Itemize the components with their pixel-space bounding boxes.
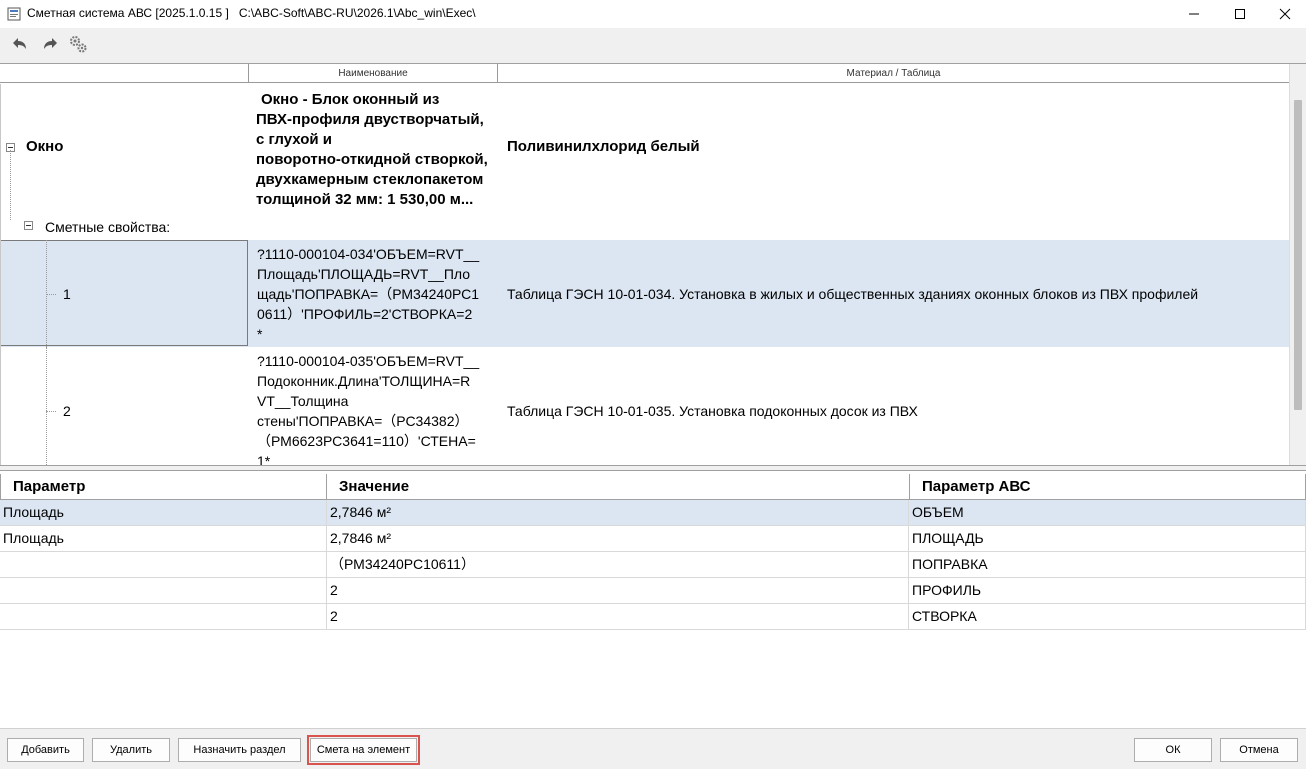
value-column-header[interactable]: Значение: [326, 474, 910, 500]
value-cell[interactable]: 2: [327, 604, 909, 629]
formula-line: ?1110-000104-034'ОБЪЕМ=RVT__: [257, 246, 480, 262]
root-material: Поливинилхлорид белый: [507, 138, 700, 155]
tree-line: [46, 411, 56, 412]
app-icon: [7, 7, 21, 21]
name-column-header[interactable]: Наименование: [249, 64, 498, 83]
formula-line: Площадь'ПЛОЩАДЬ=RVT__Пло: [257, 266, 471, 282]
param-row[interactable]: Площадь 2,7846 м² ПЛОЩАДЬ: [0, 526, 1306, 552]
abc-param-cell: ПРОФИЛЬ: [909, 578, 1306, 603]
tree-column-header: [0, 64, 249, 83]
formula-line: （РМ6623РС3641=110）'СТЕНА=: [257, 433, 476, 449]
vertical-scrollbar[interactable]: [1289, 64, 1306, 465]
value-cell[interactable]: （РМ34240РС10611）: [327, 552, 909, 577]
collapse-icon[interactable]: [24, 221, 33, 230]
param-cell: Площадь: [0, 526, 327, 551]
root-name-line: поворотно-откидной створкой,: [256, 151, 488, 168]
tree-line: [46, 347, 47, 465]
row-formula: ?1110-000104-035'ОБЪЕМ=RVT__ Подоконник.…: [257, 351, 497, 466]
minimize-button[interactable]: [1171, 0, 1217, 28]
param-row[interactable]: 2 СТВОРКА: [0, 604, 1306, 630]
formula-line: стены'ПОПРАВКА=（РС34382）: [257, 413, 469, 429]
row-table: Таблица ГЭСН 10-01-035. Установка подоко…: [507, 403, 918, 419]
material-column-header[interactable]: Материал / Таблица: [498, 64, 1290, 83]
undo-icon[interactable]: [9, 34, 29, 54]
param-column-header[interactable]: Параметр: [0, 474, 327, 500]
formula-line: ?1110-000104-035'ОБЪЕМ=RVT__: [257, 353, 480, 369]
row-number: 1: [63, 286, 71, 302]
formula-line: щадь'ПОПРАВКА=（РМ34240РС1: [257, 286, 480, 302]
root-name-line: двухкамерным стеклопакетом: [256, 171, 484, 188]
settings-gears-icon[interactable]: [68, 34, 88, 54]
close-icon: [1279, 8, 1291, 20]
tree-row-group[interactable]: Сметные свойства:: [0, 150, 1290, 240]
tree-row[interactable]: 2 ?1110-000104-035'ОБЪЕМ=RVT__ Подоконни…: [0, 347, 1290, 466]
root-name-line: Окно - Блок оконный из: [261, 91, 440, 108]
minimize-icon: [1189, 13, 1199, 15]
row-focus-cell: [0, 240, 248, 346]
group-label: Сметные свойства:: [45, 219, 171, 235]
close-button[interactable]: [1262, 0, 1306, 28]
toolbar: [0, 28, 1306, 60]
abc-param-cell: ПОПРАВКА: [909, 552, 1306, 577]
scrollbar-thumb[interactable]: [1294, 100, 1302, 410]
row-number: 2: [63, 403, 71, 419]
window-title: Сметная система АВС [2025.1.0.15 ] C:\AB…: [27, 6, 476, 20]
maximize-icon: [1235, 9, 1245, 19]
row-table: Таблица ГЭСН 10-01-034. Установка в жилы…: [507, 286, 1199, 302]
parameters-grid: Параметр Значение Параметр АВС Площадь 2…: [0, 470, 1306, 729]
tree-border: [0, 84, 1, 465]
element-estimate-button[interactable]: Смета на элемент: [307, 735, 420, 765]
element-tree-grid: Наименование Материал / Таблица Окно Окн…: [0, 63, 1306, 466]
title-bar: Сметная система АВС [2025.1.0.15 ] C:\AB…: [0, 0, 1306, 28]
value-cell[interactable]: 2,7846 м²: [327, 500, 909, 525]
footer-bar: Добавить Удалить Назначить раздел Смета …: [0, 728, 1306, 769]
param-row[interactable]: Площадь 2,7846 м² ОБЪЕМ: [0, 500, 1306, 526]
row-formula: ?1110-000104-034'ОБЪЕМ=RVT__ Площадь'ПЛО…: [257, 244, 497, 344]
tree-line: [46, 294, 56, 295]
assign-section-button[interactable]: Назначить раздел: [178, 738, 301, 762]
formula-line: Подоконник.Длина'ТОЛЩИНА=R: [257, 373, 471, 389]
formula-line: *: [257, 326, 263, 342]
param-cell: Площадь: [0, 500, 327, 525]
value-cell[interactable]: 2,7846 м²: [327, 526, 909, 551]
add-button[interactable]: Добавить: [7, 738, 84, 762]
param-cell: [0, 578, 327, 603]
formula-line: 0611）'ПРОФИЛЬ=2'СТВОРКА=2: [257, 306, 473, 322]
tree-row-root[interactable]: Окно Окно - Блок оконный из ПВХ-профиля …: [0, 84, 1290, 210]
root-name: Окно - Блок оконный из ПВХ-профиля двуст…: [256, 90, 498, 210]
formula-line: 1*: [257, 453, 271, 466]
ok-button[interactable]: ОК: [1134, 738, 1212, 762]
value-cell[interactable]: 2: [327, 578, 909, 603]
maximize-button[interactable]: [1217, 0, 1263, 28]
tree-row[interactable]: 1 ?1110-000104-034'ОБЪЕМ=RVT__ Площадь'П…: [0, 240, 1290, 347]
abc-param-cell: ПЛОЩАДЬ: [909, 526, 1306, 551]
param-row[interactable]: 2 ПРОФИЛЬ: [0, 578, 1306, 604]
param-row[interactable]: （РМ34240РС10611） ПОПРАВКА: [0, 552, 1306, 578]
param-cell: [0, 552, 327, 577]
tree-line: [10, 150, 11, 220]
abc-param-column-header[interactable]: Параметр АВС: [909, 474, 1306, 500]
delete-button[interactable]: Удалить: [92, 738, 170, 762]
root-name-line: толщиной 32 мм: 1 530,00 м...: [256, 191, 474, 208]
formula-line: VT__Толщина: [257, 393, 349, 409]
cancel-button[interactable]: Отмена: [1220, 738, 1298, 762]
redo-icon[interactable]: [41, 34, 61, 54]
root-name-line: с глухой и: [256, 131, 332, 148]
root-label: Окно: [26, 138, 64, 155]
root-name-line: ПВХ-профиля двустворчатый,: [256, 111, 484, 128]
param-cell: [0, 604, 327, 629]
abc-param-cell: СТВОРКА: [909, 604, 1306, 629]
abc-param-cell: ОБЪЕМ: [909, 500, 1306, 525]
